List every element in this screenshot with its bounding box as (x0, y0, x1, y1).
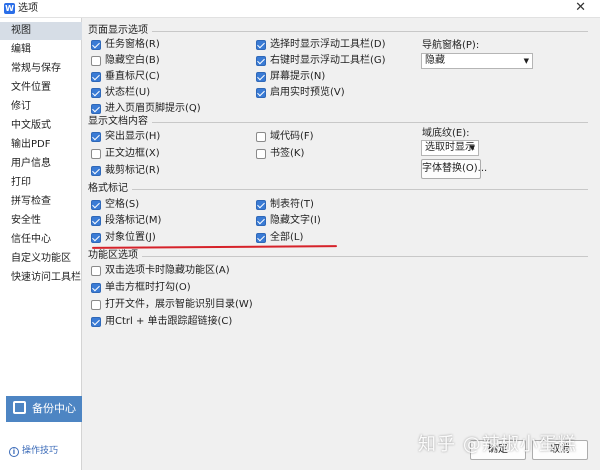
field-shading-select[interactable]: 选取时显示 ▼ (421, 140, 479, 156)
option-field-codes[interactable]: 域代码(F) (256, 131, 314, 143)
checkbox-checked[interactable] (91, 283, 101, 293)
option-task-pane[interactable]: 任务窗格(R) (91, 39, 160, 51)
checkbox-checked[interactable] (91, 200, 101, 210)
sidebar-item-customize-ribbon[interactable]: 自定义功能区 (0, 250, 82, 268)
checkbox-unchecked[interactable] (256, 149, 266, 159)
zhihu-watermark: 知乎 @辣椒小蛋糕 (418, 434, 577, 455)
checkbox-checked[interactable] (91, 233, 101, 243)
checkbox-checked[interactable] (91, 72, 101, 82)
option-bookmarks[interactable]: 书签(K) (256, 148, 304, 160)
sidebar-item-print[interactable]: 打印 (0, 174, 82, 192)
sidebar-item-spell-check[interactable]: 拼写检查 (0, 193, 82, 211)
option-all-marks[interactable]: 全部(L) (256, 232, 303, 244)
nav-pane-label: 导航窗格(P): (422, 40, 480, 51)
checkbox-checked[interactable] (256, 72, 266, 82)
sidebar-item-trust-center[interactable]: 信任中心 (0, 231, 82, 249)
option-spaces[interactable]: 空格(S) (91, 199, 139, 211)
red-annotation-underline (91, 245, 338, 249)
option-float-toolbar-rightclick[interactable]: 右键时显示浮动工具栏(G) (256, 55, 386, 67)
section-ribbon-title: 功能区选项 (88, 250, 138, 261)
checkbox-checked[interactable] (256, 40, 266, 50)
section-format-marks-title: 格式标记 (88, 183, 128, 194)
checkbox-unchecked[interactable] (91, 149, 101, 159)
option-highlight[interactable]: 突出显示(H) (91, 131, 160, 143)
option-crop-marks[interactable]: 裁剪标记(R) (91, 165, 160, 177)
option-smart-toc[interactable]: 打开文件，展示智能识别目录(W) (91, 299, 253, 311)
checkbox-unchecked[interactable] (91, 266, 101, 276)
sidebar-item-user-info[interactable]: 用户信息 (0, 155, 82, 173)
checkbox-unchecked[interactable] (91, 300, 101, 310)
checkbox-unchecked[interactable] (256, 132, 266, 142)
option-click-box-to-check[interactable]: 单击方框时打勾(O) (91, 282, 191, 294)
checkbox-checked[interactable] (91, 104, 101, 114)
option-object-anchors[interactable]: 对象位置(J) (91, 232, 156, 244)
checkbox-checked[interactable] (256, 200, 266, 210)
backup-center-button[interactable]: 备份中心 (6, 396, 82, 422)
section-divider (142, 255, 588, 257)
option-text-boundaries[interactable]: 正文边框(X) (91, 148, 160, 160)
checkbox-unchecked[interactable] (91, 56, 101, 66)
sidebar-item-quick-access-toolbar[interactable]: 快速访问工具栏 (0, 269, 82, 287)
checkbox-checked[interactable] (91, 88, 101, 98)
field-shading-value: 选取时显示 (425, 142, 475, 153)
backup-center-label: 备份中心 (32, 402, 76, 415)
section-page-display-header: 页面显示选项 (88, 25, 588, 37)
section-format-marks-header: 格式标记 (88, 183, 588, 195)
tips-link[interactable]: i 操作技巧 (9, 443, 58, 457)
checkbox-checked[interactable] (256, 88, 266, 98)
checkbox-checked[interactable] (256, 216, 266, 226)
nav-pane-value: 隐藏 (425, 55, 445, 66)
checkbox-checked[interactable] (91, 40, 101, 50)
tips-label: 操作技巧 (22, 446, 59, 456)
field-shading-label: 域底纹(E): (422, 128, 470, 139)
checkbox-checked[interactable] (91, 317, 101, 327)
backup-icon (13, 401, 26, 414)
section-divider (132, 188, 588, 190)
options-sidebar: 视图 编辑 常规与保存 文件位置 修订 中文版式 输出PDF 用户信息 打印 拼… (0, 18, 82, 470)
option-double-click-hide-ribbon[interactable]: 双击选项卡时隐藏功能区(A) (91, 265, 230, 277)
section-page-display-title: 页面显示选项 (88, 25, 148, 36)
checkbox-checked[interactable] (91, 166, 101, 176)
option-status-bar[interactable]: 状态栏(U) (91, 87, 150, 99)
option-screen-tips[interactable]: 屏幕提示(N) (256, 71, 325, 83)
sidebar-item-general-save[interactable]: 常规与保存 (0, 60, 82, 78)
wps-writer-app-icon: W (4, 3, 15, 14)
sidebar-item-chinese-layout[interactable]: 中文版式 (0, 117, 82, 135)
info-icon: i (9, 447, 19, 457)
section-doc-content-title: 显示文档内容 (88, 116, 148, 127)
section-doc-content-header: 显示文档内容 (88, 116, 588, 128)
window-title: 选项 (18, 3, 38, 14)
sidebar-item-revision[interactable]: 修订 (0, 98, 82, 116)
checkbox-checked[interactable] (256, 233, 266, 243)
option-ctrl-click-hyperlink[interactable]: 用Ctrl + 单击跟踪超链接(C) (91, 316, 232, 328)
sidebar-item-view[interactable]: 视图 (0, 22, 82, 40)
option-hidden-text[interactable]: 隐藏文字(I) (256, 215, 321, 227)
title-bar: W 选项 ✕ (0, 0, 600, 18)
option-live-preview[interactable]: 启用实时预览(V) (256, 87, 345, 99)
option-header-footer-hint[interactable]: 进入页眉页脚提示(Q) (91, 103, 201, 115)
sidebar-item-output-pdf[interactable]: 输出PDF (0, 136, 82, 154)
option-float-toolbar-select[interactable]: 选择时显示浮动工具栏(D) (256, 39, 386, 51)
option-paragraph-marks[interactable]: 段落标记(M) (91, 215, 161, 227)
section-divider (152, 121, 588, 123)
sidebar-item-file-location[interactable]: 文件位置 (0, 79, 82, 97)
section-divider (152, 30, 588, 32)
section-ribbon-header: 功能区选项 (88, 250, 588, 262)
option-hide-whitespace[interactable]: 隐藏空白(B) (91, 55, 160, 67)
sidebar-item-security[interactable]: 安全性 (0, 212, 82, 230)
checkbox-checked[interactable] (91, 132, 101, 142)
nav-pane-select[interactable]: 隐藏 ▼ (421, 53, 533, 69)
dropdown-arrow-icon: ▼ (523, 57, 529, 65)
dropdown-arrow-icon: ▼ (469, 144, 475, 152)
sidebar-item-edit[interactable]: 编辑 (0, 41, 82, 59)
checkbox-checked[interactable] (256, 56, 266, 66)
close-icon[interactable]: ✕ (575, 1, 586, 15)
option-tab-characters[interactable]: 制表符(T) (256, 199, 314, 211)
option-vertical-ruler[interactable]: 垂直标尺(C) (91, 71, 160, 83)
checkbox-checked[interactable] (91, 216, 101, 226)
font-substitution-button[interactable]: 字体替换(O)... (421, 159, 487, 179)
